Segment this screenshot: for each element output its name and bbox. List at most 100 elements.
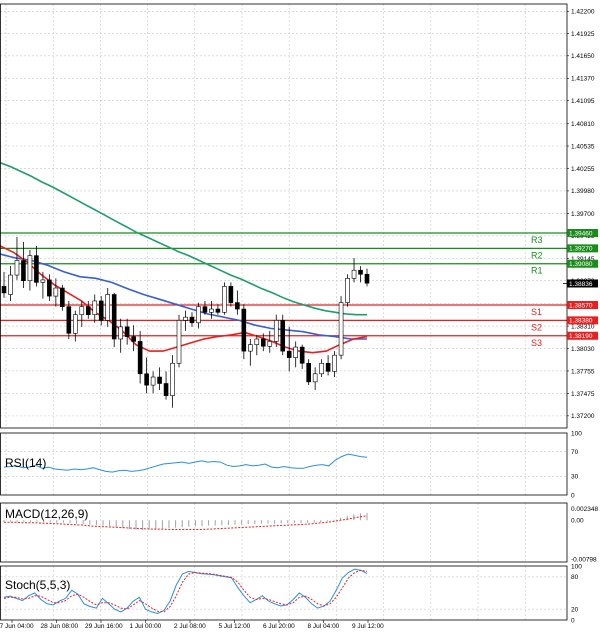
y-tick-label: 1.39700	[571, 211, 595, 218]
candle-body	[241, 308, 247, 352]
x-tick-label: 27 Jun 04:00	[0, 623, 34, 630]
candle-body	[124, 326, 130, 337]
stoch-title: Stoch(5,5,3)	[5, 578, 70, 592]
candle-body	[40, 279, 46, 283]
candle-body	[131, 336, 136, 342]
y-tick-label: 1.40810	[571, 121, 595, 128]
y-tick-label: 1.41370	[571, 76, 595, 83]
candle-body	[325, 362, 331, 372]
y-tick-label: 1.37755	[571, 368, 595, 375]
x-tick-label: 9 Jul 12:00	[352, 623, 384, 630]
pivot-label-r3: R3	[531, 235, 543, 245]
pivot-label-r2: R2	[531, 250, 543, 260]
y-tick-label: 1.42200	[571, 9, 595, 16]
pivot-price-label: 1.38380	[569, 318, 593, 325]
rsi-line	[3, 453, 368, 473]
current-price-label: 1.38836	[569, 281, 593, 288]
candle-body	[21, 260, 26, 282]
pane-frame-stoch	[0, 565, 568, 621]
stoch-y-tick: 20	[571, 607, 579, 614]
x-tick-label: 2 Jul 08:00	[174, 623, 206, 630]
candle-body	[351, 269, 357, 279]
y-tick-label: 1.41650	[571, 53, 595, 60]
candle-body	[98, 300, 104, 321]
candle-body	[280, 320, 286, 352]
candle-body	[118, 326, 123, 340]
pivot-label-s2: S2	[531, 322, 542, 332]
macd-title: MACD(12,26,9)	[5, 507, 88, 521]
candle-body	[345, 278, 350, 303]
y-tick-label: 1.37200	[571, 413, 595, 420]
stoch-y-tick: 0	[571, 617, 575, 624]
candle-body	[332, 354, 337, 372]
candle-body	[338, 302, 344, 356]
macd-y-tick: 0.00	[571, 518, 584, 525]
pivot-price-label: 1.38570	[569, 302, 593, 309]
candle-body	[358, 269, 363, 275]
candle-body	[105, 294, 111, 321]
candle-body	[202, 306, 208, 313]
y-tick-label: 1.40255	[571, 166, 595, 173]
candle-body	[8, 274, 13, 295]
pivot-price-label: 1.39460	[569, 230, 593, 237]
moving-averages-layer	[0, 161, 368, 354]
ma-blue-line	[0, 253, 367, 340]
candle-body	[137, 341, 143, 375]
candle-body	[111, 294, 117, 340]
forex-chart: R3 R2 R1 S1 S2 S3 1.42200 1.41925 1.41650 1.4137…	[0, 3, 598, 630]
pivot-price-label: 1.39270	[569, 246, 593, 253]
candle-body	[286, 350, 292, 358]
x-tick-label: 6 Jul 20:00	[263, 623, 295, 630]
x-tick-label: 29 Jun 16:00	[85, 623, 123, 630]
candle-body	[319, 362, 324, 375]
candle-body	[209, 308, 214, 313]
candle-body	[222, 286, 227, 313]
grid-layer	[0, 4, 567, 620]
rsi-y-tick: 100	[571, 430, 582, 437]
macd-y-tick: 0.002348	[571, 506, 598, 513]
candle-body	[47, 279, 52, 297]
candle-body	[170, 362, 175, 396]
candle-body	[60, 287, 65, 307]
candle-body	[254, 338, 260, 345]
y-tick-label: 1.41925	[571, 31, 595, 38]
pivot-price-label: 1.39080	[569, 261, 593, 268]
x-tick-label: 1 Jul 00:00	[130, 623, 162, 630]
candle-body	[235, 302, 240, 310]
candle-body	[364, 273, 370, 284]
rsi-y-tick: 0	[571, 492, 575, 499]
y-tick-label: 1.38030	[571, 346, 595, 353]
pane-frame-rsi	[0, 432, 568, 496]
candle-body	[163, 383, 169, 396]
candle-body	[92, 300, 98, 316]
candle-body	[228, 286, 234, 303]
y-tick-label: 1.40535	[571, 143, 595, 150]
frames-layer	[0, 3, 568, 621]
x-tick-label: 5 Jul 12:00	[219, 623, 251, 630]
candle-body	[53, 287, 59, 297]
candle-body	[34, 255, 39, 283]
candle-body	[189, 316, 195, 324]
candle-body	[267, 341, 273, 347]
candle-body	[85, 306, 91, 316]
candle-body	[260, 338, 266, 347]
stoch-y-tick: 100	[571, 563, 582, 570]
pivot-label-r1: R1	[531, 266, 543, 276]
axis-labels-layer: 1.42200 1.41925 1.41650 1.41370 1.41095 1.408…	[0, 9, 598, 630]
pane-frame-main	[0, 3, 568, 429]
rsi-title: RSI(14)	[5, 456, 46, 470]
candle-body	[1, 286, 7, 294]
candle-body	[14, 260, 20, 276]
candle-body	[27, 255, 33, 282]
candle-body	[273, 320, 279, 342]
candle-body	[176, 320, 182, 364]
candle-body	[150, 376, 156, 386]
pivot-label-s1: S1	[531, 307, 542, 317]
y-tick-label: 1.37475	[571, 391, 595, 398]
rsi-y-tick: 30	[571, 474, 579, 481]
x-tick-label: 8 Jul 04:00	[308, 623, 340, 630]
candle-body	[66, 306, 72, 334]
candle-body	[157, 376, 162, 384]
y-tick-label: 1.39980	[571, 188, 595, 195]
candle-body	[312, 373, 318, 383]
